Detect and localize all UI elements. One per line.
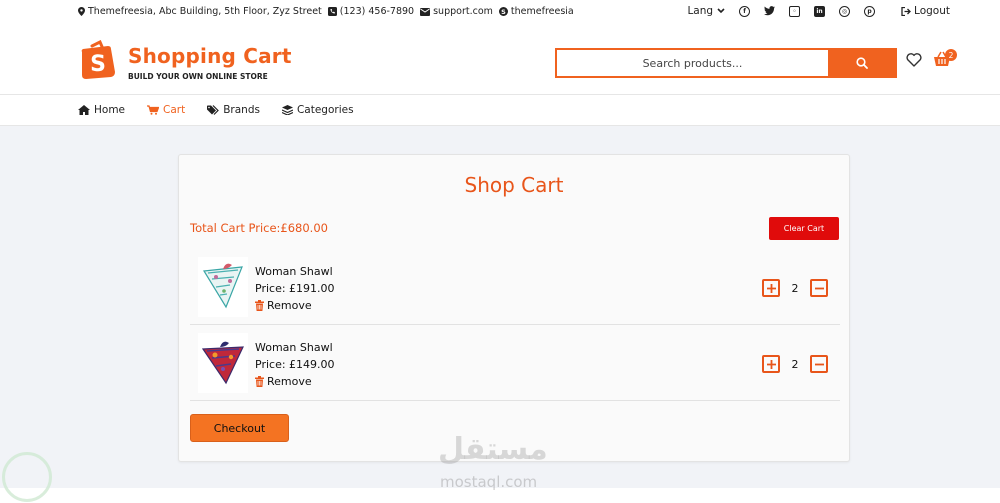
plus-icon [766, 283, 776, 293]
quantity-stepper: 2 [762, 355, 828, 373]
main-nav: Home Cart Brands Categories [0, 94, 1000, 126]
address-item: Themefreesia, Abc Building, 5th Floor, Z… [78, 6, 322, 17]
lang-label: Lang [687, 5, 714, 17]
search-input[interactable] [557, 50, 828, 76]
logout-label: Logout [914, 5, 950, 17]
envelope-icon [420, 7, 431, 16]
plus-icon [766, 359, 776, 369]
cart-icon [147, 105, 160, 115]
logo-letter: S [90, 52, 106, 77]
remove-label: Remove [267, 375, 312, 388]
pinterest-icon[interactable]: p [864, 5, 876, 17]
product-name[interactable]: Woman Shawl [255, 341, 333, 354]
minus-icon [814, 363, 824, 365]
trash-icon [255, 300, 264, 311]
cart-button[interactable]: 2 [933, 49, 957, 71]
shopping-bag-logo-icon[interactable]: S [78, 40, 120, 80]
instagram-icon[interactable]: ◦ [789, 5, 801, 17]
nav-label-brands: Brands [223, 104, 260, 116]
contact-info: Themefreesia, Abc Building, 5th Floor, Z… [78, 6, 574, 17]
watermark-arabic: مستقل [438, 432, 548, 467]
search-icon [855, 57, 868, 69]
decrement-button[interactable] [810, 279, 828, 297]
nav-label-categories: Categories [296, 104, 354, 116]
quantity-value: 2 [791, 281, 799, 295]
cart-title: Shop Cart [464, 173, 564, 197]
email-text[interactable]: support.com [433, 6, 493, 17]
decrement-button[interactable] [810, 355, 828, 373]
phone-text[interactable]: (123) 456-7890 [340, 6, 414, 17]
search-box [555, 48, 897, 78]
layers-icon [281, 105, 293, 115]
linkedin-icon[interactable]: in [814, 5, 826, 17]
quantity-stepper: 2 [762, 279, 828, 297]
map-pin-icon [78, 7, 85, 16]
nav-item-brands[interactable]: Brands [207, 104, 260, 116]
product-price: Price: £149.00 [255, 358, 335, 371]
total-cart-price: Total Cart Price:£680.00 [190, 221, 328, 235]
tags-icon [207, 105, 220, 115]
minus-icon [814, 287, 824, 289]
sign-out-icon [901, 6, 911, 16]
product-name[interactable]: Woman Shawl [255, 265, 333, 278]
remove-link[interactable]: Remove [255, 375, 312, 388]
skype-item: S themefreesia [498, 6, 574, 17]
site-header: S Shopping Cart BUILD YOUR OWN ONLINE ST… [0, 24, 1000, 94]
clear-cart-button[interactable]: Clear Cart [769, 217, 839, 240]
increment-button[interactable] [762, 279, 780, 297]
trash-icon [255, 376, 264, 387]
logout-link[interactable]: Logout [901, 5, 950, 17]
email-item: support.com [420, 6, 493, 17]
watermark-domain: mostaql.com [440, 473, 538, 491]
brand-subtitle: BUILD YOUR OWN ONLINE STORE [128, 72, 268, 81]
shawl-red-icon [198, 333, 248, 393]
nav-label-cart: Cart [163, 104, 186, 116]
cart-item-row: Woman Shawl Price: £191.00 Remove 2 [190, 249, 840, 325]
skype-text[interactable]: themefreesia [511, 6, 574, 17]
lang-dropdown[interactable]: Lang [687, 5, 725, 17]
dribbble-icon[interactable]: ◎ [839, 5, 851, 17]
nav-item-categories[interactable]: Categories [281, 104, 354, 116]
remove-label: Remove [267, 299, 312, 312]
cart-item-row: Woman Shawl Price: £149.00 Remove 2 [190, 325, 840, 401]
svg-text:S: S [501, 8, 506, 16]
heart-icon[interactable] [906, 53, 922, 67]
quantity-value: 2 [791, 357, 799, 371]
shop-cart-card: Shop Cart Total Cart Price:£680.00 Clear… [178, 154, 850, 462]
cart-count-badge: 2 [945, 49, 957, 61]
skype-icon: S [498, 7, 508, 16]
product-price: Price: £191.00 [255, 282, 335, 295]
watermark-badge-icon [2, 452, 52, 502]
checkout-button[interactable]: Checkout [190, 414, 289, 442]
top-info-bar: Themefreesia, Abc Building, 5th Floor, Z… [0, 0, 1000, 24]
topbar-actions: Lang f ◦ in ◎ p Logout [687, 5, 950, 17]
remove-link[interactable]: Remove [255, 299, 312, 312]
increment-button[interactable] [762, 355, 780, 373]
nav-item-cart[interactable]: Cart [147, 104, 185, 116]
shawl-white-icon [198, 257, 248, 317]
facebook-icon[interactable]: f [739, 5, 751, 17]
home-icon [78, 105, 90, 115]
phone-icon [327, 7, 337, 16]
nav-item-home[interactable]: Home [78, 104, 125, 116]
phone-item: (123) 456-7890 [327, 6, 414, 17]
address-text: Themefreesia, Abc Building, 5th Floor, Z… [88, 6, 322, 17]
search-button[interactable] [828, 50, 895, 76]
chevron-down-icon [717, 8, 725, 14]
nav-label-home: Home [94, 104, 126, 116]
brand-title[interactable]: Shopping Cart [128, 44, 292, 68]
twitter-icon[interactable] [764, 6, 776, 16]
